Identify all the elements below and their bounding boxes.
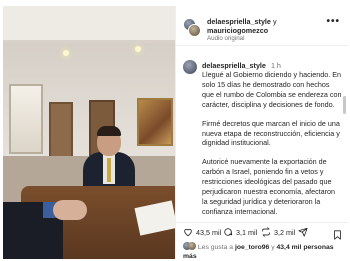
avatar — [188, 242, 196, 250]
bookmark-icon — [334, 230, 341, 240]
likes-user-link[interactable]: joe_toro96 — [235, 244, 269, 251]
action-bar: 43,5 mil 3,1 mil 3,2 mil — [176, 222, 348, 240]
comment-icon — [224, 228, 233, 236]
comment-button[interactable]: 3,1 mil — [223, 227, 257, 237]
photo-molding — [3, 40, 175, 43]
caption-text: Llegué al Gobierno diciendo y haciendo. … — [202, 70, 342, 224]
photo-window — [9, 84, 43, 154]
repost-icon — [262, 227, 270, 237]
header-user2-link[interactable]: mauriciogomezco — [207, 26, 268, 35]
heart-icon — [184, 228, 192, 237]
more-options-icon[interactable]: ••• — [326, 17, 340, 27]
likes-prefix: Les gusta a — [197, 244, 234, 251]
audio-label[interactable]: Audio original — [207, 35, 245, 42]
photo-painting — [137, 98, 173, 146]
share-icon — [298, 227, 308, 237]
caption-header: delaespriella_style 1 h — [202, 61, 281, 70]
caption-paragraph: Firmé decretos que marcan el inicio de u… — [202, 118, 340, 148]
comment-count: 3,1 mil — [236, 227, 258, 237]
post-header: delaespriella_style y mauriciogomezco Au… — [176, 6, 348, 46]
likes-suffix: más — [183, 253, 197, 260]
caption-paragraph: Llegué al Gobierno diciendo y haciendo. … — [202, 70, 342, 109]
header-user1-link[interactable]: delaespriella_style — [207, 17, 271, 26]
like-button[interactable]: 43,5 mil — [183, 227, 221, 237]
likes-count[interactable]: 43,4 mil personas — [277, 244, 334, 251]
caption-time: 1 h — [270, 61, 281, 70]
post-photo[interactable] — [3, 6, 175, 259]
repost-button[interactable]: 3,2 mil — [261, 227, 295, 237]
photo-door — [49, 102, 73, 162]
header-collab-line: delaespriella_style y — [207, 17, 277, 26]
caption-username-link[interactable]: delaespriella_style — [202, 61, 266, 70]
likes-middle: y — [271, 244, 275, 251]
like-count: 43,5 mil — [196, 227, 222, 237]
post-caption: delaespriella_style 1 h Llegué al Gobier… — [176, 50, 348, 224]
photo-hand — [53, 200, 87, 220]
post-side-panel: delaespriella_style y mauriciogomezco Au… — [175, 6, 348, 261]
photo-ceiling-light — [63, 50, 69, 56]
caption-paragraph: Autoricé nuevamente la exportación de ca… — [202, 157, 336, 216]
header-user2-line: mauriciogomezco — [207, 26, 268, 35]
photo-man-tie — [107, 158, 111, 182]
photo-ceiling-light — [135, 46, 141, 52]
photo-ceiling — [3, 6, 175, 40]
avatar[interactable] — [188, 24, 201, 37]
likes-summary[interactable]: Les gusta a joe_toro96 y 43,4 mil person… — [183, 242, 348, 261]
scrollbar-thumb[interactable] — [343, 96, 346, 114]
repost-count: 3,2 mil — [274, 227, 296, 237]
share-button[interactable] — [298, 227, 308, 237]
photo-man-hair — [97, 126, 121, 136]
header-connector: y — [272, 17, 277, 26]
avatar[interactable] — [183, 60, 197, 74]
